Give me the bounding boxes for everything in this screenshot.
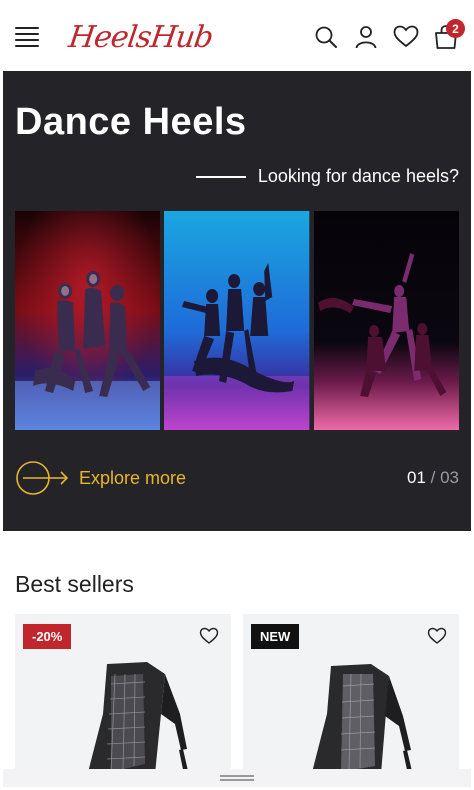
wishlist-heart-icon[interactable] <box>427 626 447 646</box>
hero-subtitle-row: Looking for dance heels? <box>15 166 459 187</box>
slide-counter: 01 / 03 <box>407 468 459 488</box>
heart-icon[interactable] <box>393 24 419 50</box>
hero-title: Dance Heels <box>15 101 247 143</box>
search-icon[interactable] <box>313 24 339 50</box>
dancers-photo-2[interactable] <box>164 211 310 430</box>
header-actions: 2 <box>313 19 465 50</box>
cart-icon[interactable]: 2 <box>433 19 465 50</box>
new-badge: NEW <box>251 624 300 649</box>
explore-more-link[interactable]: Explore more <box>15 460 186 496</box>
dancers-photo-3[interactable] <box>313 211 459 430</box>
slide-total: 03 <box>440 468 459 487</box>
best-sellers-title: Best sellers <box>15 571 134 597</box>
product-card[interactable]: NEW <box>243 614 459 784</box>
wishlist-heart-icon[interactable] <box>199 626 219 646</box>
bottom-sheet-handle[interactable] <box>3 769 471 787</box>
drag-handle-icon <box>220 775 254 781</box>
hero-gallery <box>15 211 459 430</box>
discount-badge: -20% <box>23 624 72 649</box>
explore-more-label: Explore more <box>79 467 187 488</box>
dancers-photo-1[interactable] <box>15 211 161 430</box>
product-grid: -20% NEW <box>3 614 471 784</box>
cart-count-badge: 2 <box>446 19 465 38</box>
hero-banner: Dance Heels Looking for dance heels? Exp… <box>3 71 471 531</box>
product-card[interactable]: -20% <box>15 614 231 784</box>
menu-icon[interactable] <box>15 27 39 47</box>
hero-controls: Explore more 01 / 03 <box>15 460 459 496</box>
lace-up-heel-boot-image <box>85 662 191 784</box>
account-icon[interactable] <box>353 24 379 50</box>
top-header: HeelsHub 2 <box>3 3 471 71</box>
subtitle-divider <box>195 175 246 178</box>
mesh-heel-boot-image <box>309 664 415 784</box>
slide-current: 01 <box>406 468 426 487</box>
slide-separator: / <box>425 468 441 487</box>
arrow-circle-icon <box>16 461 69 495</box>
logo[interactable]: HeelsHub <box>67 20 215 55</box>
hero-subtitle: Looking for dance heels? <box>257 166 459 186</box>
app-frame: HeelsHub 2 Dance Heels Looking for dance… <box>3 3 471 787</box>
